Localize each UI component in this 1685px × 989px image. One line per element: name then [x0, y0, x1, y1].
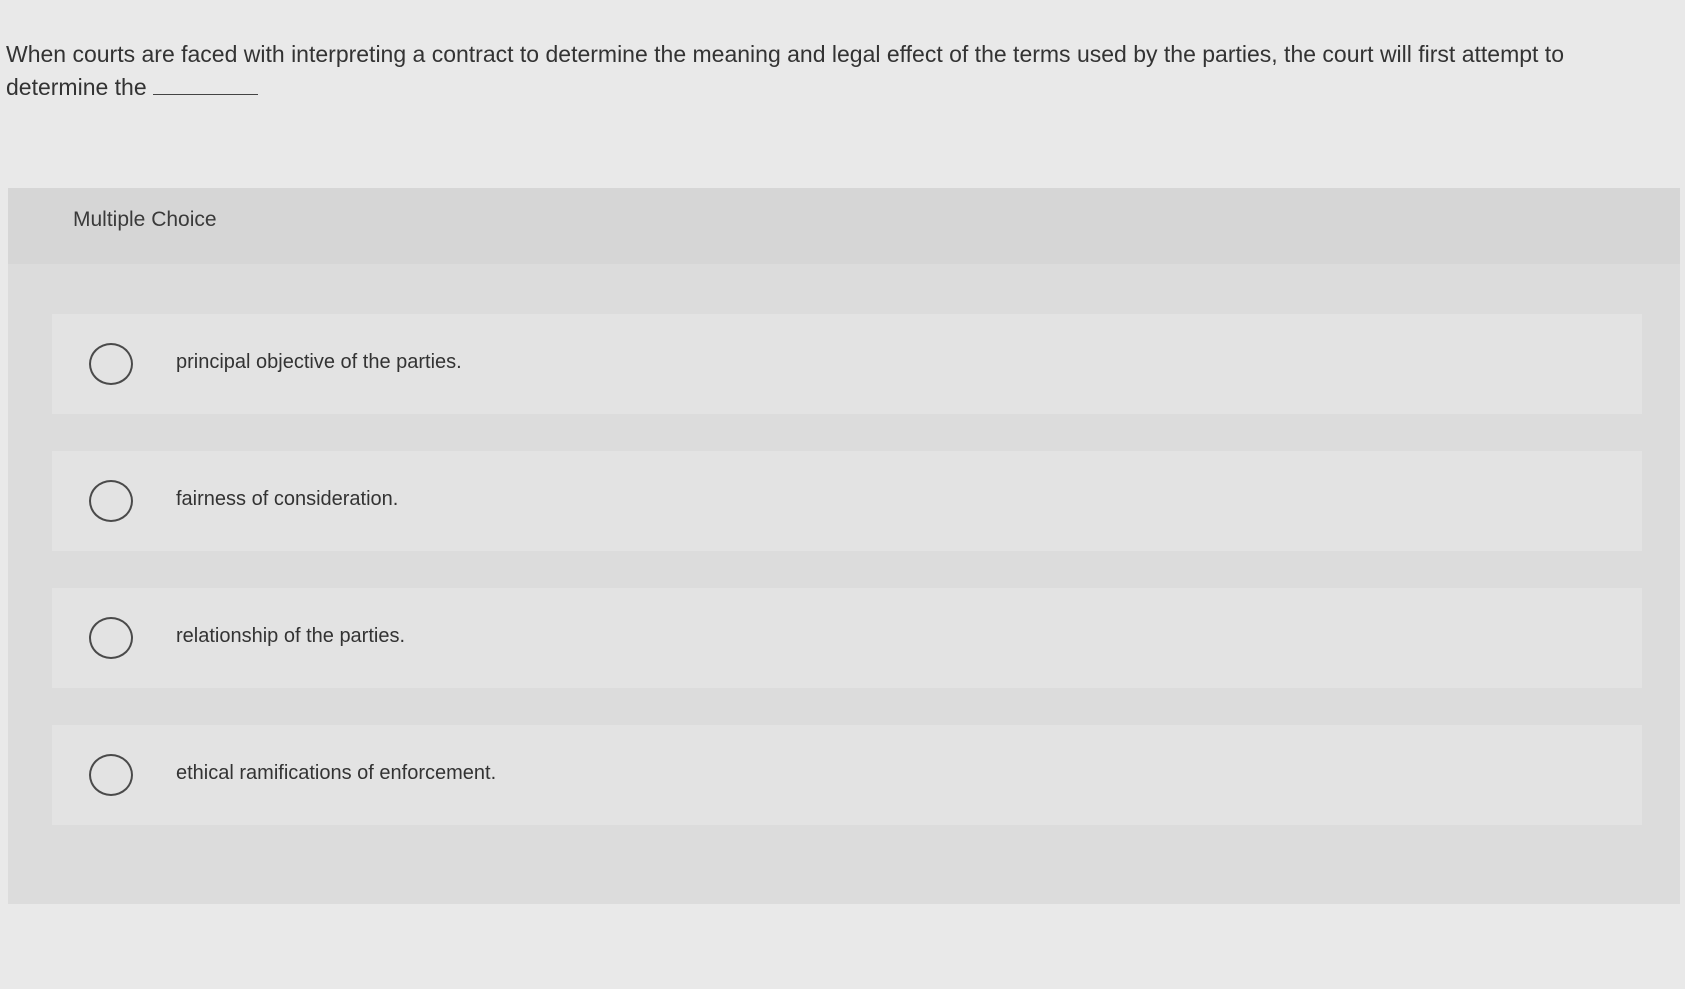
choice-option-2[interactable]: fairness of consideration.	[52, 451, 1642, 551]
choice-list: principal objective of the parties. fair…	[52, 314, 1642, 862]
multiple-choice-panel: Multiple Choice principal objective of t…	[8, 188, 1680, 904]
choice-label: principal objective of the parties.	[176, 351, 462, 373]
question-type-label: Multiple Choice	[73, 208, 217, 231]
question-prompt: When courts are faced with interpreting …	[6, 38, 1671, 104]
choice-label: relationship of the parties.	[176, 625, 406, 647]
choice-label: ethical ramifications of enforcement.	[176, 762, 497, 784]
choice-option-1[interactable]: principal objective of the parties.	[52, 314, 1642, 414]
choice-option-3[interactable]: relationship of the parties.	[52, 588, 1642, 688]
radio-button-icon[interactable]	[89, 617, 133, 659]
choice-label: fairness of consideration.	[176, 488, 399, 510]
answer-blank	[152, 73, 258, 95]
radio-button-icon[interactable]	[89, 480, 133, 522]
choice-option-4[interactable]: ethical ramifications of enforcement.	[52, 725, 1642, 825]
radio-button-icon[interactable]	[89, 754, 133, 796]
panel-header: Multiple Choice	[8, 188, 1680, 264]
radio-button-icon[interactable]	[89, 343, 133, 385]
